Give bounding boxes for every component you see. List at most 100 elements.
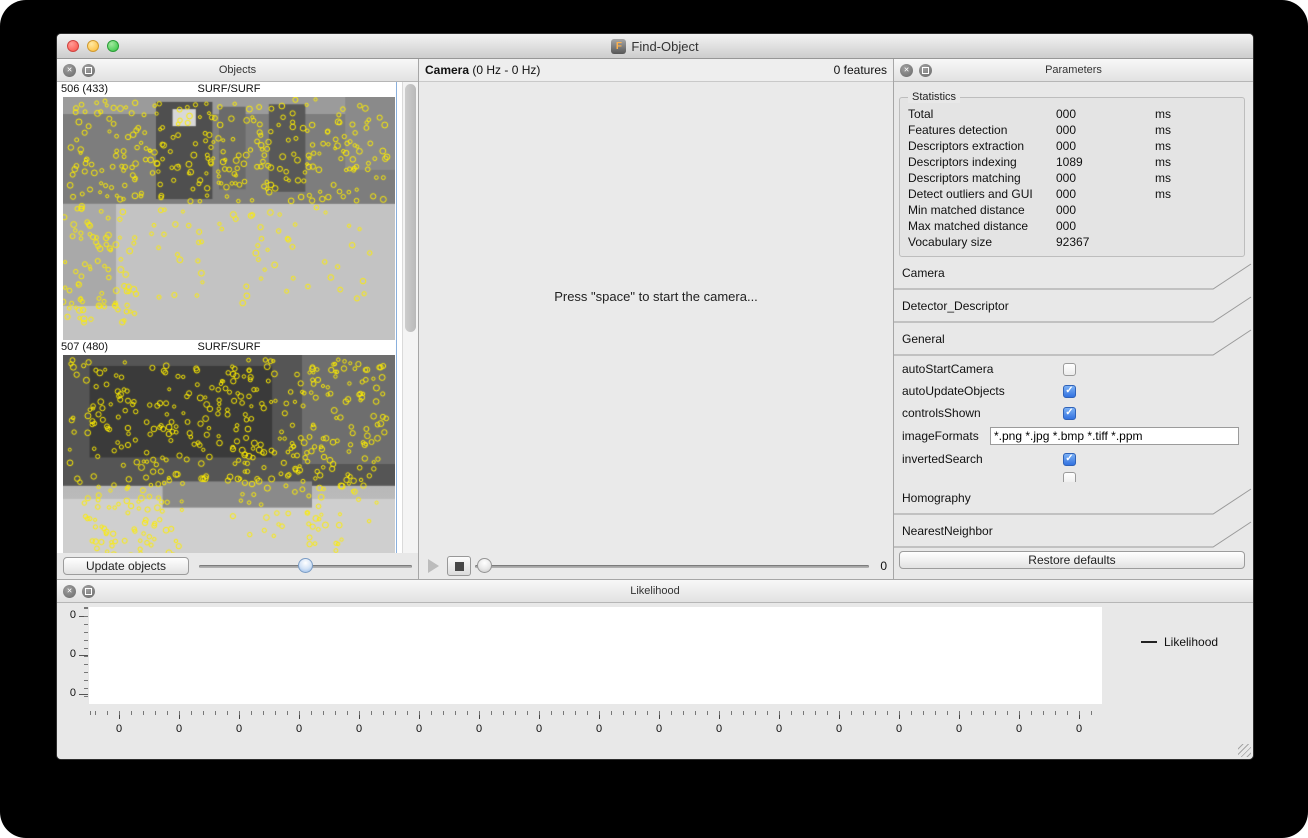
panel-title: Objects [218, 64, 257, 76]
titlebar[interactable]: Find-Object [57, 34, 1253, 59]
param-label: autoStartCamera [902, 362, 994, 376]
controlsShown-checkbox[interactable] [1063, 406, 1076, 420]
objects-list: 506 (433) SURF/SURF 507 (480) SURF/SURF [57, 82, 418, 553]
param-row [894, 470, 1253, 482]
slider-thumb[interactable] [477, 558, 492, 573]
stat-value: 000 [1056, 203, 1077, 217]
stat-row: Detect outliers and GUI 000 ms [900, 186, 1244, 202]
slider-thumb[interactable] [297, 558, 313, 573]
objects-scrollbar[interactable] [402, 82, 418, 553]
camera-start-message: Press "space" to start the camera... [554, 289, 758, 305]
find-object-window: Find-Object Objects 506 (433) SURF/SURF [56, 33, 1254, 760]
stat-row: Descriptors indexing 1089 ms [900, 154, 1244, 170]
section-tab-camera[interactable]: Camera [894, 257, 1253, 290]
statistics-rows: Total 000 ms Features detection 000 ms Descrip… [900, 106, 1244, 250]
update-objects-button[interactable]: Update objects [63, 557, 189, 575]
general-params: autoStartCamera autoUpdateObjects controls… [894, 356, 1253, 482]
section-tab-nearestneighbor[interactable]: NearestNeighbor [894, 515, 1253, 548]
float-panel-icon[interactable] [82, 584, 95, 598]
stat-unit: ms [1155, 171, 1171, 185]
focus-border [396, 82, 397, 553]
stat-row: Features detection 000 ms [900, 122, 1244, 138]
x-tick-label: 0 [295, 723, 303, 735]
restore-defaults-button[interactable]: Restore defaults [899, 551, 1245, 569]
camera-header: Camera (0 Hz - 0 Hz) 0 features [419, 59, 893, 82]
statistics-title: Statistics [908, 91, 961, 103]
stat-unit [1155, 202, 1244, 218]
section-tab-general[interactable]: General [894, 323, 1253, 356]
stat-unit [1155, 218, 1244, 234]
stat-label: Features detection [908, 123, 1008, 137]
y-axis-minor-ticks [84, 607, 88, 704]
x-tick-label: 0 [835, 723, 843, 735]
object-image-1[interactable] [63, 97, 395, 340]
stat-label: Total [908, 107, 934, 121]
camera-seek-slider[interactable] [475, 558, 869, 574]
x-tick-label: 0 [955, 723, 963, 735]
float-glyph [85, 587, 92, 595]
stat-row: Descriptors extraction 000 ms [900, 138, 1244, 154]
param-row: controlsShown [894, 402, 1253, 424]
float-panel-icon[interactable] [82, 63, 95, 77]
object-detector-label: SURF/SURF [197, 341, 261, 353]
stat-row: Max matched distance 000 [900, 218, 1244, 234]
close-panel-icon[interactable] [900, 63, 913, 77]
autoStartCamera-checkbox[interactable] [1063, 362, 1076, 376]
objects-size-slider[interactable] [199, 558, 412, 574]
object-detector-label: SURF/SURF [197, 83, 261, 95]
imageFormats-input[interactable] [990, 427, 1239, 445]
close-panel-icon[interactable] [63, 63, 76, 77]
x-tick-label: 0 [415, 723, 423, 735]
camera-view[interactable]: Press "space" to start the camera... [419, 82, 893, 553]
window-title: Find-Object [631, 38, 699, 54]
camera-panel: Camera (0 Hz - 0 Hz) 0 features Press "s… [419, 59, 893, 579]
section-tab-homography[interactable]: Homography [894, 482, 1253, 515]
stop-button[interactable] [447, 556, 471, 576]
minimize-window-button[interactable] [87, 40, 99, 52]
x-tick-label: 0 [775, 723, 783, 735]
likelihood-plot-area: 0 0 0 0 0 0 0 0 0 0 0 0 0 0 0 0 0 0 0 0 Likelihood [57, 603, 1253, 759]
features-count-label: 0 features [833, 63, 887, 77]
param-row: autoStartCamera [894, 358, 1253, 380]
section-tab-detector-descriptor[interactable]: Detector_Descriptor [894, 290, 1253, 323]
param-label: imageFormats [902, 429, 979, 443]
close-window-button[interactable] [67, 40, 79, 52]
object-image-2[interactable] [63, 355, 395, 553]
parameter-checkbox[interactable] [1063, 472, 1076, 482]
resize-grip[interactable] [1238, 744, 1251, 757]
close-panel-icon[interactable] [63, 584, 76, 598]
param-row: invertedSearch [894, 448, 1253, 470]
plot-legend: Likelihood [1141, 635, 1218, 649]
stat-value: 000 [1056, 219, 1077, 233]
stat-row: Total 000 ms [900, 106, 1244, 122]
stat-row: Min matched distance 000 [900, 202, 1244, 218]
objects-panel: Objects 506 (433) SURF/SURF 507 (480) SU… [57, 59, 419, 579]
camera-panel-title: Camera [425, 63, 470, 77]
stat-label: Min matched distance [908, 203, 1025, 217]
stat-unit: ms [1155, 139, 1171, 153]
invertedSearch-checkbox[interactable] [1063, 452, 1076, 466]
stat-label: Descriptors matching [908, 171, 1021, 185]
slider-track[interactable] [475, 565, 869, 568]
float-panel-icon[interactable] [919, 63, 932, 77]
x-tick-label: 0 [895, 723, 903, 735]
param-label: controlsShown [902, 406, 981, 420]
float-glyph [85, 66, 92, 74]
desktop-background: Find-Object Objects 506 (433) SURF/SURF [0, 0, 1308, 838]
panel-title: Parameters [1045, 64, 1102, 76]
play-button[interactable] [423, 556, 443, 576]
autoUpdateObjects-checkbox[interactable] [1063, 384, 1076, 398]
scrollbar-thumb[interactable] [405, 84, 416, 332]
title-wrap: Find-Object [57, 34, 1253, 58]
param-row: imageFormats [894, 424, 1253, 448]
object-item-header: 507 (480) SURF/SURF [57, 340, 418, 355]
param-row: autoUpdateObjects [894, 380, 1253, 402]
x-axis-labels: 0 0 0 0 0 0 0 0 0 0 0 0 0 0 0 0 0 [89, 723, 1109, 735]
stat-value: 000 [1056, 171, 1077, 185]
x-tick-label: 0 [115, 723, 123, 735]
zoom-window-button[interactable] [107, 40, 119, 52]
dock-area: Objects 506 (433) SURF/SURF 507 (480) SU… [57, 59, 1253, 579]
legend-line-icon [1141, 641, 1157, 643]
stat-label: Descriptors indexing [908, 155, 1017, 169]
legend-label: Likelihood [1164, 635, 1219, 649]
